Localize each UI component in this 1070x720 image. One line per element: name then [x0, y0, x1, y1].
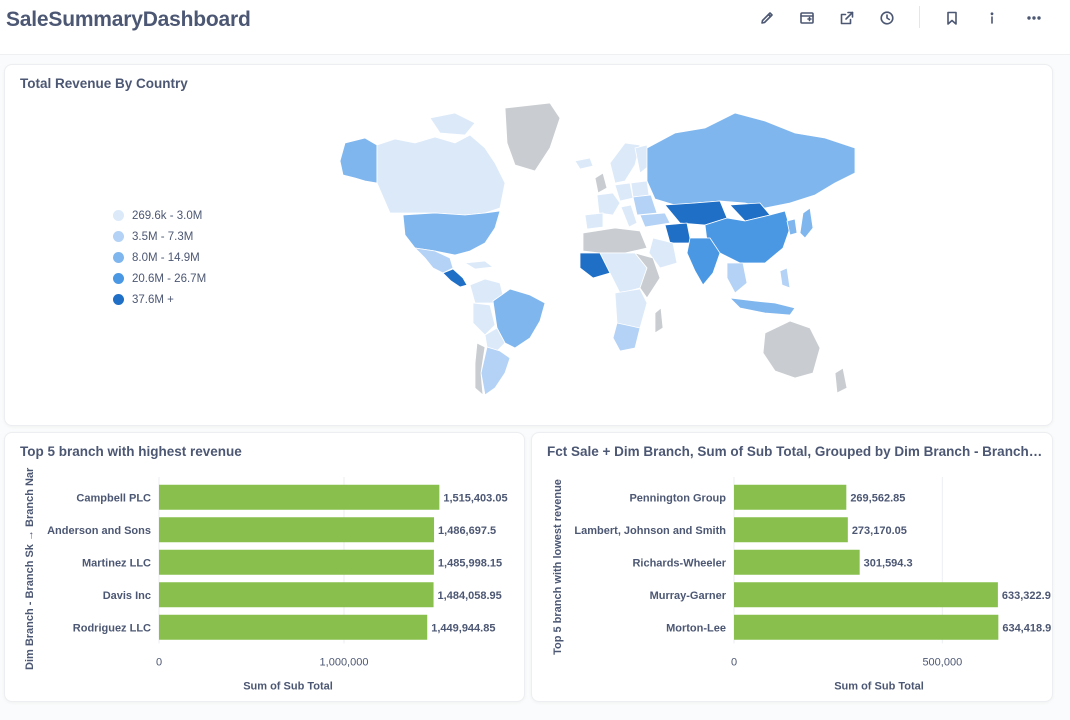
country-peru: [472, 302, 496, 336]
history-icon[interactable]: [875, 6, 899, 30]
data-label: 634,418.9: [1002, 622, 1051, 634]
legend-item[interactable]: 3.5M - 7.3M: [113, 226, 206, 247]
bar[interactable]: [159, 484, 440, 510]
country-indonesia: [728, 297, 796, 316]
bar[interactable]: [159, 582, 434, 608]
legend-label: 8.0M - 14.9M: [132, 251, 200, 264]
data-label: 301,594.3: [864, 557, 913, 569]
country-nz: [834, 367, 848, 394]
bottom-branches-card: Fct Sale + Dim Branch, Sum of Sub Total,…: [531, 432, 1053, 702]
data-label: 1,449,944.85: [431, 622, 495, 634]
country-africa-north: [582, 227, 648, 254]
country-uk: [594, 172, 608, 194]
legend-swatch: [113, 210, 124, 221]
category-label: Pennington Group: [629, 492, 726, 504]
country-canada: [376, 134, 506, 216]
category-label: Murray-Garner: [650, 590, 727, 602]
country-iran: [664, 222, 692, 244]
pencil-icon[interactable]: [755, 6, 779, 30]
bar[interactable]: [734, 614, 999, 640]
country-france: [596, 192, 621, 216]
country-madagascar: [654, 307, 664, 334]
data-label: 1,486,697.5: [438, 525, 496, 537]
info-icon[interactable]: [980, 6, 1004, 30]
x-axis-title: Sum of Sub Total: [243, 681, 333, 693]
top-branches-chart: 0 1,000,000 Campbell PLC 1,515,403.05 Anders…: [24, 467, 509, 693]
bookmark-icon[interactable]: [940, 6, 964, 30]
country-india: [686, 237, 721, 286]
legend-item[interactable]: 20.6M - 26.7M: [113, 268, 206, 289]
world-map[interactable]: [335, 103, 860, 398]
x-axis-title: Sum of Sub Total: [834, 681, 924, 693]
country-philippines: [779, 267, 791, 289]
country-south-africa: [612, 322, 641, 352]
category-label: Campbell PLC: [76, 492, 151, 504]
country-spain: [584, 212, 604, 230]
map-legend: 269.6k - 3.0M 3.5M - 7.3M 8.0M - 14.9M 2…: [113, 205, 206, 310]
map-card-title: Total Revenue By Country: [20, 76, 188, 91]
bar[interactable]: [734, 484, 847, 510]
legend-swatch: [113, 273, 124, 284]
bar[interactable]: [159, 549, 434, 575]
bottom-branches-chart: 0 500,000 Pennington Group 269,562.85 Lamber…: [552, 477, 1052, 693]
country-canada-islands: [429, 112, 476, 136]
data-label: 1,484,058.95: [438, 590, 502, 602]
x-tick-label: 500,000: [922, 657, 962, 669]
x-tick-label: 0: [731, 657, 737, 669]
category-label: Richards-Wheeler: [632, 557, 726, 569]
legend-item[interactable]: 269.6k - 3.0M: [113, 205, 206, 226]
category-label: Davis Inc: [103, 590, 151, 602]
bar[interactable]: [734, 582, 998, 608]
bar[interactable]: [734, 517, 848, 543]
data-label: 1,515,403.05: [443, 492, 507, 504]
legend-swatch: [113, 231, 124, 242]
country-central-america: [442, 268, 468, 288]
category-label: Lambert, Johnson and Smith: [574, 525, 726, 537]
category-label: Morton-Lee: [666, 622, 726, 634]
share-icon[interactable]: [835, 6, 859, 30]
bar[interactable]: [734, 549, 860, 575]
x-tick-label: 1,000,000: [320, 657, 369, 669]
category-label: Anderson and Sons: [47, 525, 151, 537]
country-poland: [630, 180, 650, 198]
country-eastern-europe: [632, 194, 658, 216]
country-russia: [646, 112, 856, 209]
bar[interactable]: [159, 517, 435, 543]
category-label: Rodriguez LLC: [73, 622, 151, 634]
x-tick-label: 0: [156, 657, 162, 669]
data-label: 269,562.85: [850, 492, 905, 504]
country-se-asia: [726, 262, 748, 294]
subscribe-icon[interactable]: [795, 6, 819, 30]
y-axis-title: Top 5 branch with lowest revenue: [552, 479, 564, 655]
bar[interactable]: [159, 614, 428, 640]
dashboard-title: SaleSummaryDashboard: [6, 8, 251, 31]
top-branches-card: Top 5 branch with highest revenue 0 1,000…: [4, 432, 525, 702]
dashboard-header: SaleSummaryDashboard: [0, 0, 1070, 55]
country-argentina: [480, 346, 511, 396]
country-italy: [620, 204, 638, 228]
country-alaska: [339, 137, 378, 184]
legend-label: 20.6M - 26.7M: [132, 272, 207, 285]
more-icon[interactable]: [1022, 6, 1046, 30]
legend-swatch: [113, 294, 124, 305]
country-greenland: [504, 103, 561, 172]
legend-label: 37.6M +: [132, 293, 174, 306]
data-label: 273,170.05: [852, 525, 907, 537]
legend-item[interactable]: 8.0M - 14.9M: [113, 247, 206, 268]
country-germany: [614, 182, 634, 202]
y-axis-title: Dim Branch - Branch Sk → Branch Nar: [24, 467, 36, 670]
data-label: 1,485,998.15: [438, 557, 502, 569]
legend-label: 269.6k - 3.0M: [132, 209, 203, 222]
legend-label: 3.5M - 7.3M: [132, 230, 194, 243]
country-japan: [799, 207, 814, 239]
category-label: Martinez LLC: [82, 557, 151, 569]
legend-swatch: [113, 252, 124, 263]
country-australia: [762, 320, 821, 379]
data-label: 633,322.9: [1002, 590, 1051, 602]
country-caribbean: [463, 260, 495, 270]
revenue-map-card: Total Revenue By Country 269.6k - 3.0M 3…: [4, 64, 1053, 426]
toolbar-divider: [919, 6, 920, 28]
country-iceland: [574, 157, 594, 170]
legend-item[interactable]: 37.6M +: [113, 289, 206, 310]
